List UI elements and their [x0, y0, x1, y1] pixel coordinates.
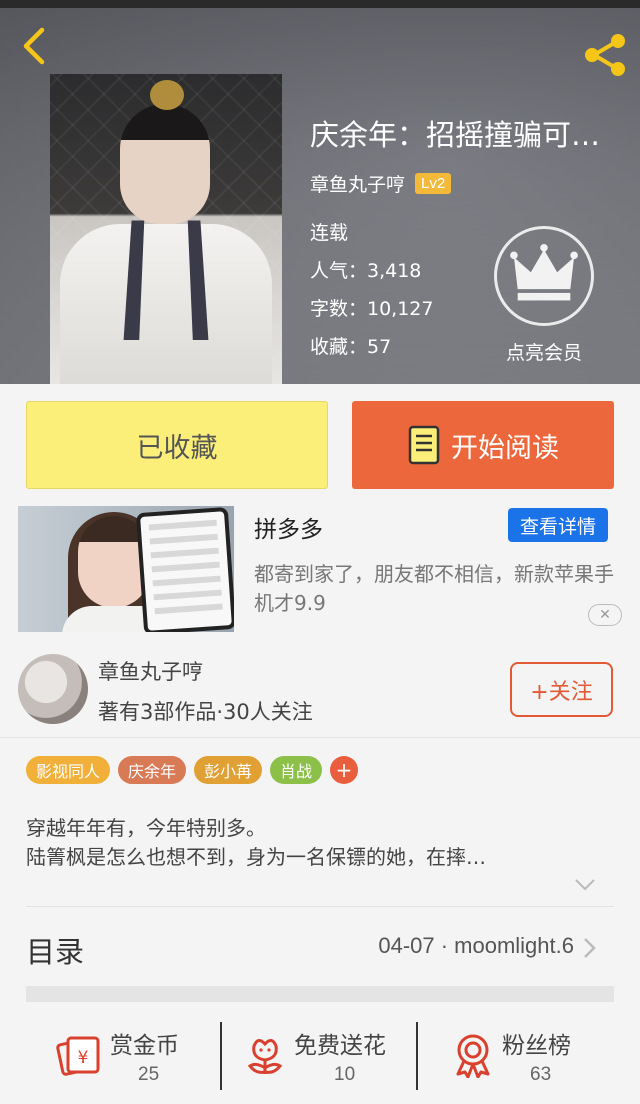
book-status: 连载: [310, 222, 349, 244]
book-word-count: 字数：10,127: [310, 298, 434, 320]
favorited-button[interactable]: 已收藏: [26, 401, 328, 489]
share-icon[interactable]: [580, 30, 630, 80]
medal-icon: [456, 1034, 490, 1078]
back-arrow-icon[interactable]: [16, 24, 56, 68]
tag-chip[interactable]: 彭小苒: [194, 756, 263, 784]
vip-crown-button[interactable]: [494, 226, 594, 326]
ad-close-icon[interactable]: ✕: [588, 604, 622, 626]
section-divider: [26, 986, 614, 1002]
send-flowers-label: 免费送花: [294, 1033, 386, 1059]
chevron-right-icon: [584, 938, 596, 958]
table-of-contents-row[interactable]: 目录 04-07 · moomlight.6: [26, 906, 614, 986]
reward-coins-button[interactable]: ¥ 赏金币 25: [0, 1012, 220, 1104]
crown-icon: [510, 244, 578, 301]
send-flowers-count: 10: [334, 1064, 356, 1085]
book-header: 庆余年：招摇撞骗可… 章鱼丸子哼 Lv2 连载 人气：3,418 字数：10,1…: [0, 8, 640, 384]
fan-ranking-count: 63: [530, 1064, 552, 1085]
vip-label[interactable]: 点亮会员: [496, 338, 592, 365]
fan-ranking-button[interactable]: 粉丝榜 63: [418, 1012, 640, 1104]
ad-banner[interactable]: 拼多多 查看详情 都寄到家了，朋友都不相信，新款苹果手机才9.9 ✕: [0, 500, 640, 640]
book-cover-image[interactable]: [50, 74, 282, 384]
book-author-name[interactable]: 章鱼丸子哼: [310, 170, 405, 197]
ad-name: 拼多多: [254, 517, 323, 543]
send-flowers-button[interactable]: 免费送花 10: [222, 1012, 416, 1104]
red-envelope-icon: ¥: [56, 1036, 100, 1076]
reward-coins-count: 25: [138, 1064, 160, 1085]
author-name[interactable]: 章鱼丸子哼: [98, 656, 203, 686]
reward-coins-label: 赏金币: [110, 1033, 179, 1059]
add-tag-button[interactable]: +: [330, 756, 359, 784]
start-reading-label: 开始阅读: [451, 432, 559, 464]
book-summary[interactable]: 穿越年年有，今年特别多。 陆箐枫是怎么也想不到，身为一名保镖的她，在摔…: [26, 814, 598, 872]
status-bar: [0, 0, 640, 8]
ad-image[interactable]: [18, 506, 234, 632]
ad-description: 都寄到家了，朋友都不相信，新款苹果手机才9.9: [254, 562, 614, 615]
book-popularity: 人气：3,418: [310, 260, 422, 282]
svg-text:¥: ¥: [78, 1048, 89, 1068]
action-bar: 已收藏 开始阅读: [0, 384, 640, 500]
tag-chip[interactable]: 庆余年: [118, 756, 187, 784]
flower-icon: [247, 1039, 283, 1074]
author-card: 章鱼丸子哼 著有3部作品·30人关注 +关注: [0, 640, 640, 738]
summary-line: 陆箐枫是怎么也想不到，身为一名保镖的她，在摔…: [26, 845, 486, 869]
toc-latest-chapter: 04-07 · moomlight.6: [378, 933, 574, 958]
fan-ranking-label: 粉丝榜: [502, 1033, 571, 1059]
author-stats: 著有3部作品·30人关注: [98, 700, 313, 724]
book-icon: [408, 425, 440, 465]
book-title: 庆余年：招摇撞骗可…: [310, 118, 601, 152]
avatar[interactable]: [18, 654, 88, 724]
tag-chip[interactable]: 肖战: [270, 756, 323, 784]
book-favorites: 收藏：57: [310, 336, 392, 358]
bottom-bar: ¥ 赏金币 25 免费送花 10 粉丝榜 63: [0, 1012, 640, 1104]
author-level-badge: Lv2: [415, 173, 452, 194]
chevron-down-icon[interactable]: [574, 878, 596, 892]
toc-label: 目录: [26, 935, 85, 969]
tag-list: 影视同人 庆余年 彭小苒 肖战 +: [26, 756, 359, 784]
tag-chip[interactable]: 影视同人: [26, 756, 111, 784]
book-author-line: 章鱼丸子哼 Lv2: [310, 170, 452, 197]
ad-detail-button[interactable]: 查看详情: [508, 508, 608, 542]
start-reading-button[interactable]: 开始阅读: [352, 401, 614, 489]
summary-line: 穿越年年有，今年特别多。: [26, 816, 266, 840]
follow-button[interactable]: +关注: [510, 662, 613, 717]
